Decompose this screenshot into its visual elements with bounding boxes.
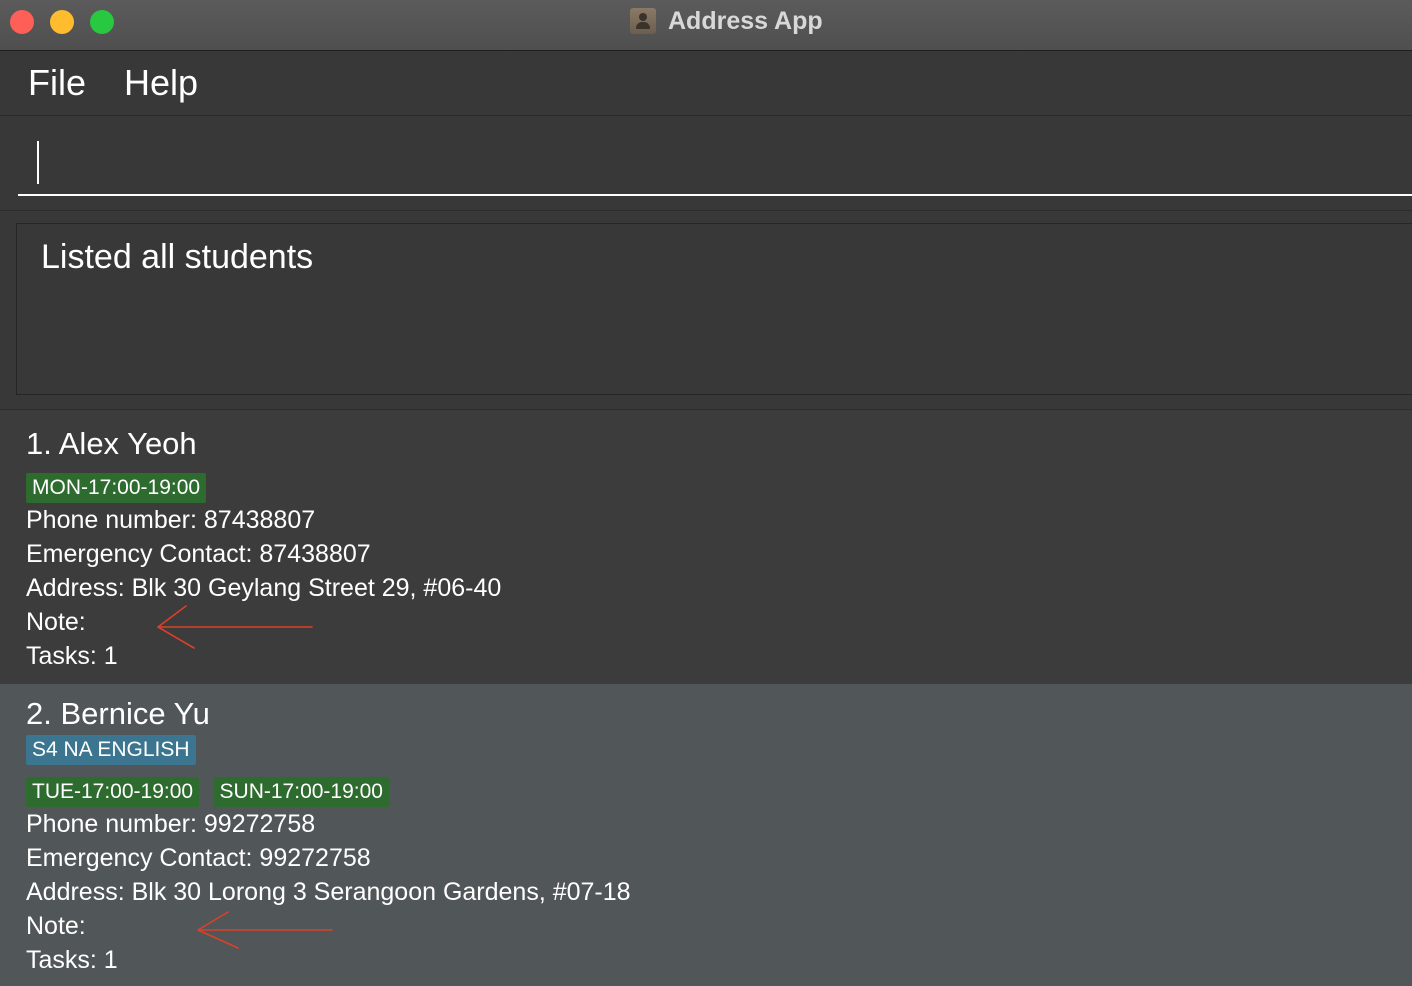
student-name: 2. Bernice Yu (26, 696, 210, 731)
title-bar: Address App (0, 0, 1412, 51)
arrow-left-icon (197, 911, 333, 949)
minimize-traffic-light-icon[interactable] (50, 10, 74, 34)
time-tag: TUE-17:00-19:00 (26, 777, 200, 807)
subject-tag: S4 NA ENGLISH (26, 735, 196, 765)
result-display[interactable]: Listed all students (16, 223, 1412, 395)
command-box-area (0, 116, 1412, 211)
emergency-contact-field: Emergency Contact: 99272758 (26, 844, 371, 872)
maximize-traffic-light-icon[interactable] (90, 10, 114, 34)
close-traffic-light-icon[interactable] (10, 10, 34, 34)
student-list[interactable]: 1. Alex Yeoh MON-17:00-19:00 Phone numbe… (0, 410, 1412, 986)
phone-field: Phone number: 99272758 (26, 810, 316, 838)
result-message: Listed all students (41, 238, 314, 276)
emergency-contact-field: Emergency Contact: 87438807 (26, 540, 371, 568)
text-caret (37, 141, 39, 184)
time-tag: SUN-17:00-19:00 (213, 777, 389, 807)
window-title: Address App (630, 6, 823, 36)
address-field: Address: Blk 30 Lorong 3 Serangoon Garde… (26, 878, 631, 906)
menu-file[interactable]: File (28, 60, 86, 106)
menu-bar: File Help (0, 51, 1412, 116)
time-tags: TUE-17:00-19:00 SUN-17:00-19:00 (26, 777, 399, 807)
tasks-field: Tasks: 1 (26, 642, 118, 670)
student-card[interactable]: 2. Bernice Yu S4 NA ENGLISH TUE-17:00-19… (0, 684, 1412, 986)
tasks-field: Tasks: 1 (26, 946, 118, 974)
subject-tags: S4 NA ENGLISH (26, 735, 206, 765)
arrow-left-icon (157, 605, 313, 649)
command-input[interactable] (18, 132, 1412, 196)
address-book-icon (630, 8, 656, 34)
phone-field: Phone number: 87438807 (26, 506, 316, 534)
time-tags: MON-17:00-19:00 (26, 473, 216, 503)
note-field: Note: (26, 912, 86, 940)
note-field: Note: (26, 608, 86, 636)
menu-help[interactable]: Help (124, 60, 198, 106)
student-card[interactable]: 1. Alex Yeoh MON-17:00-19:00 Phone numbe… (0, 410, 1412, 684)
address-field: Address: Blk 30 Geylang Street 29, #06-4… (26, 574, 502, 602)
window-title-text: Address App (668, 6, 823, 35)
time-tag: MON-17:00-19:00 (26, 473, 207, 503)
result-display-area: Listed all students (0, 211, 1412, 410)
app-window: Address App File Help Listed all student… (0, 0, 1412, 986)
student-name: 1. Alex Yeoh (26, 426, 197, 461)
